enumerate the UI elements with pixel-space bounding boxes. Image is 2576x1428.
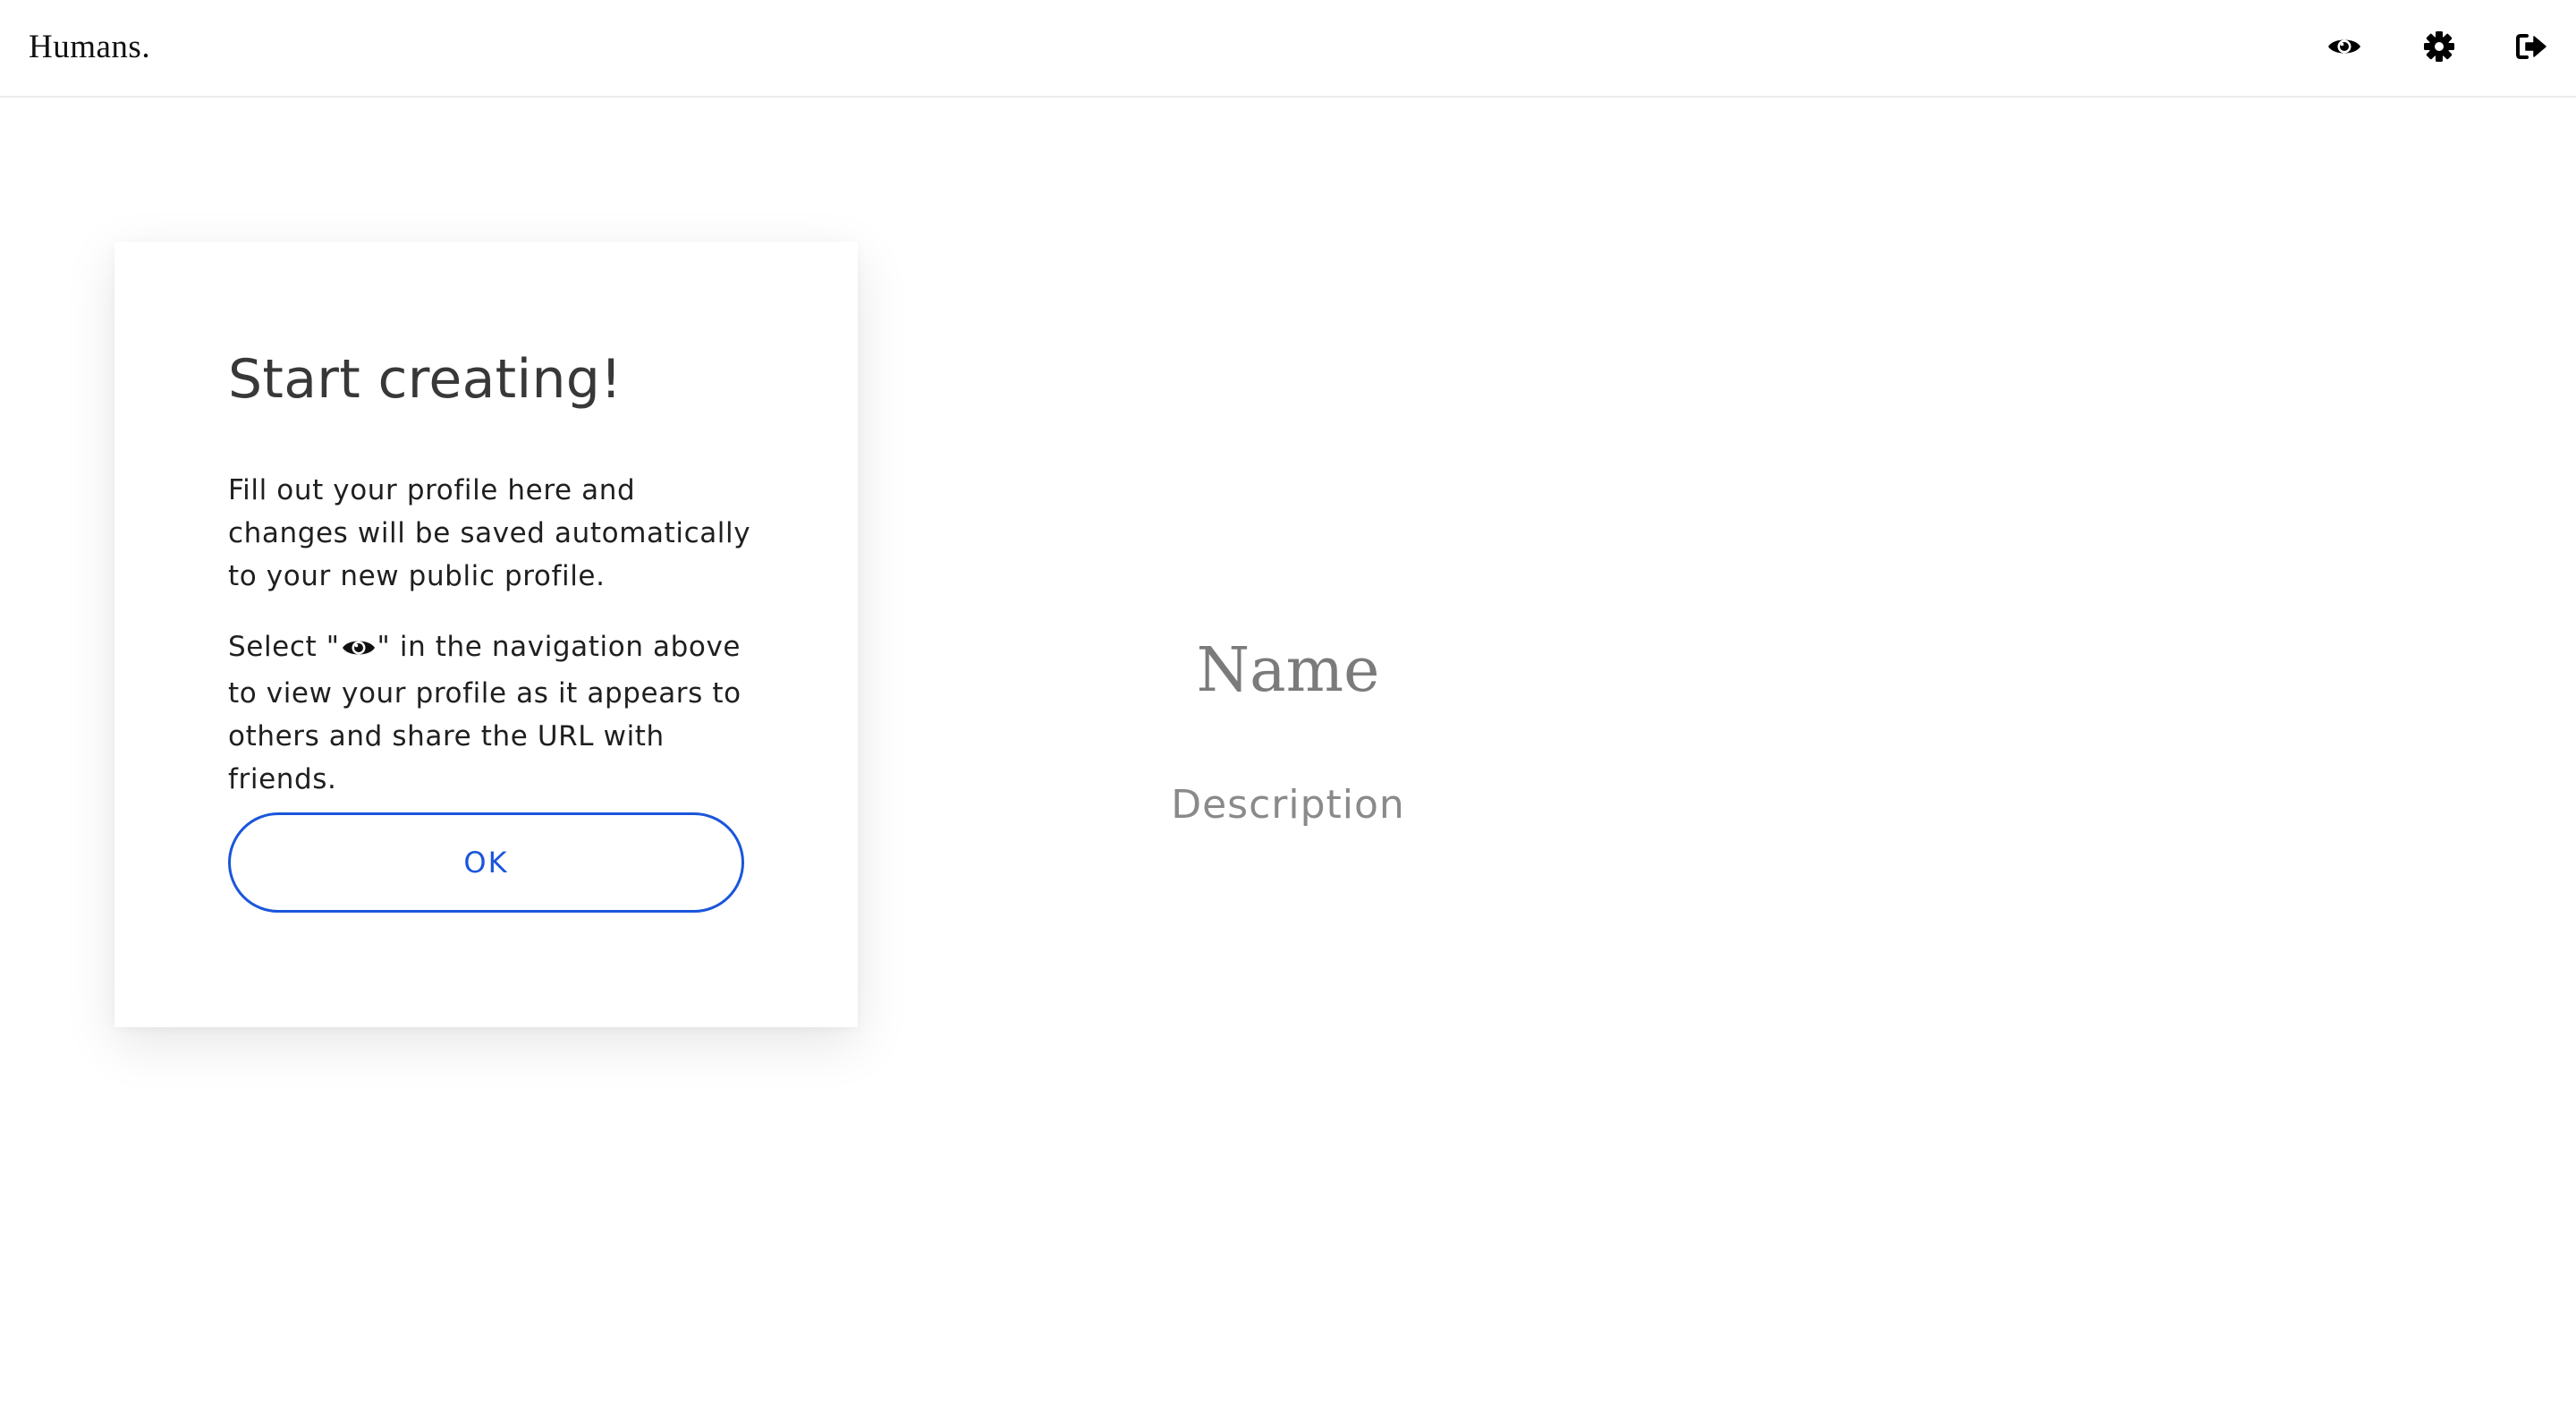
inline-eye-icon: [342, 629, 376, 672]
modal-paragraph-preview: Select " " in the navigation above to vie…: [228, 625, 765, 801]
brand-logo[interactable]: Humans.: [29, 25, 150, 70]
gear-icon[interactable]: [2419, 27, 2459, 66]
profile-description-field[interactable]: Description: [1109, 777, 1467, 834]
ok-button[interactable]: OK: [228, 812, 744, 913]
profile-name-field[interactable]: Name: [1109, 626, 1467, 716]
eye-icon[interactable]: [2325, 27, 2364, 66]
onboarding-modal: Start creating! Fill out your profile he…: [114, 242, 858, 1027]
paragraph-text-before: Select ": [228, 631, 340, 663]
modal-paragraph-autosave: Fill out your profile here and changes w…: [228, 474, 751, 592]
sign-out-icon[interactable]: [2512, 27, 2551, 66]
top-navigation-bar: Humans.: [0, 0, 2576, 98]
modal-title: Start creating!: [228, 348, 623, 411]
